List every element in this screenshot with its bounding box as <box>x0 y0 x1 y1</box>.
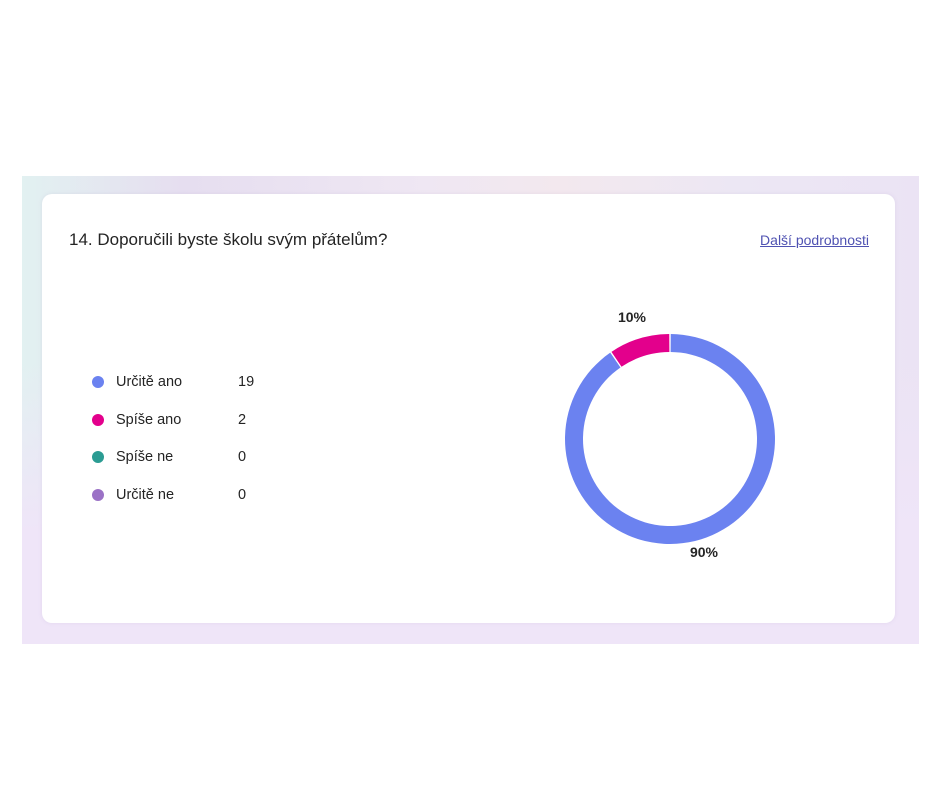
percent-label: 90% <box>690 544 719 560</box>
donut-slice-1[interactable] <box>611 334 670 367</box>
percent-label: 10% <box>618 309 647 325</box>
donut-chart: 90% 10% <box>564 309 775 560</box>
question-card: 14. Doporučili byste školu svým přátelům… <box>42 194 895 623</box>
donut-slice-0[interactable] <box>564 334 775 544</box>
